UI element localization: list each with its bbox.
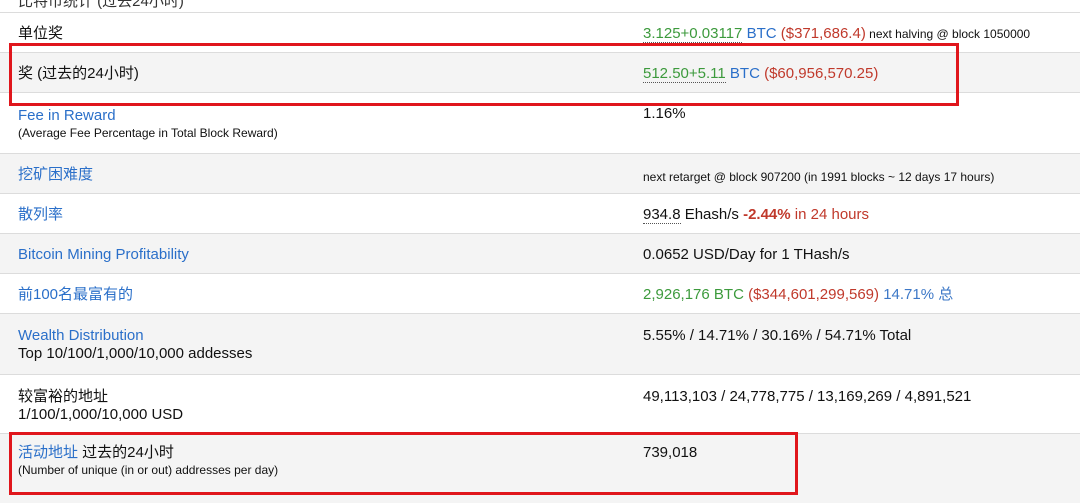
fee-reward-label-block: Fee in Reward (Average Fee Percentage in… xyxy=(18,107,278,141)
active-label-rest: 过去的24小时 xyxy=(78,444,174,461)
table-row-reward-24h: 奖 (过去的24小时) 512.50+5.11 BTC ($60,956,570… xyxy=(0,52,1080,93)
hashrate-period: in 24 hours xyxy=(790,206,870,223)
table-row-active: 活动地址 过去的24小时 (Number of unique (in or ou… xyxy=(0,433,1080,503)
top100-link[interactable]: 前100名最富有的 xyxy=(18,286,133,303)
richer-sub: 1/100/1,000/10,000 USD xyxy=(18,406,184,423)
active-value: 739,018 xyxy=(643,444,698,461)
hashrate-change: -2.44% xyxy=(738,206,791,223)
reward-24h-unit: BTC xyxy=(725,65,760,82)
top100-usd: ($344,601,299,569) xyxy=(743,286,880,303)
fee-reward-link[interactable]: Fee in Reward xyxy=(18,107,116,124)
top100-value: 2,926,176 BTC ($344,601,299,569) 14.71% … xyxy=(643,286,953,304)
difficulty-link[interactable]: 挖矿困难度 xyxy=(18,166,93,183)
table-row-block-reward: 单位奖 3.125+0.03117 BTC ($371,686.4) next … xyxy=(0,12,1080,53)
block-reward-value: 3.125+0.03117 BTC ($371,686.4) next halv… xyxy=(643,25,1030,43)
table-row-richer: 较富裕的地址 1/100/1,000/10,000 USD 49,113,103… xyxy=(0,374,1080,434)
fee-reward-sub: (Average Fee Percentage in Total Block R… xyxy=(18,126,278,140)
top100-btc: 2,926,176 BTC xyxy=(643,286,744,303)
table-row-hashrate: 散列率 934.8 Ehash/s -2.44% in 24 hours xyxy=(0,193,1080,234)
table-row-fee-reward: Fee in Reward (Average Fee Percentage in… xyxy=(0,92,1080,154)
profitability-value: 0.0652 USD/Day for 1 THash/s xyxy=(643,246,850,263)
wealth-sub: Top 10/100/1,000/10,000 addesses xyxy=(18,345,253,362)
active-link[interactable]: 活动地址 xyxy=(18,444,78,461)
wealth-link[interactable]: Wealth Distribution xyxy=(18,327,144,344)
profitability-link[interactable]: Bitcoin Mining Profitability xyxy=(18,246,189,263)
table-row-difficulty: 挖矿困难度 next retarget @ block 907200 (in 1… xyxy=(0,153,1080,194)
top100-total: 总 xyxy=(934,286,954,303)
hashrate-amount[interactable]: 934.8 xyxy=(643,206,681,224)
reward-24h-usd: ($60,956,570.25) xyxy=(759,65,879,82)
table-row-top100: 前100名最富有的 2,926,176 BTC ($344,601,299,56… xyxy=(0,273,1080,314)
table-row-profitability: Bitcoin Mining Profitability 0.0652 USD/… xyxy=(0,233,1080,274)
block-reward-unit: BTC xyxy=(742,25,777,42)
hashrate-link[interactable]: 散列率 xyxy=(18,206,63,223)
difficulty-value: next retarget @ block 907200 (in 1991 bl… xyxy=(643,170,995,184)
top100-percent: 14.71% xyxy=(879,286,935,303)
table-header-cut: 比特币统计 (过去24小时) xyxy=(18,0,184,10)
block-reward-label: 单位奖 xyxy=(18,25,64,42)
richer-label: 较富裕的地址 xyxy=(18,388,109,405)
fee-reward-value: 1.16% xyxy=(643,105,686,122)
block-reward-amount[interactable]: 3.125+0.03117 xyxy=(643,25,743,43)
hashrate-value: 934.8 Ehash/s -2.44% in 24 hours xyxy=(643,206,869,224)
richer-value: 49,113,103 / 24,778,775 / 13,169,269 / 4… xyxy=(643,388,972,405)
reward-24h-label: 奖 (过去的24小时) xyxy=(18,65,139,82)
table-row-wealth: Wealth Distribution Top 10/100/1,000/10,… xyxy=(0,313,1080,375)
reward-24h-value: 512.50+5.11 BTC ($60,956,570.25) xyxy=(643,65,878,83)
reward-24h-amount[interactable]: 512.50+5.11 xyxy=(643,65,726,83)
next-halving-text: next halving @ block 1050000 xyxy=(865,27,1031,41)
block-reward-usd: ($371,686.4) xyxy=(776,25,866,42)
active-sub: (Number of unique (in or out) addresses … xyxy=(18,463,279,477)
wealth-value: 5.55% / 14.71% / 30.16% / 54.71% Total xyxy=(643,327,912,344)
hashrate-unit: Ehash/s xyxy=(680,206,739,223)
